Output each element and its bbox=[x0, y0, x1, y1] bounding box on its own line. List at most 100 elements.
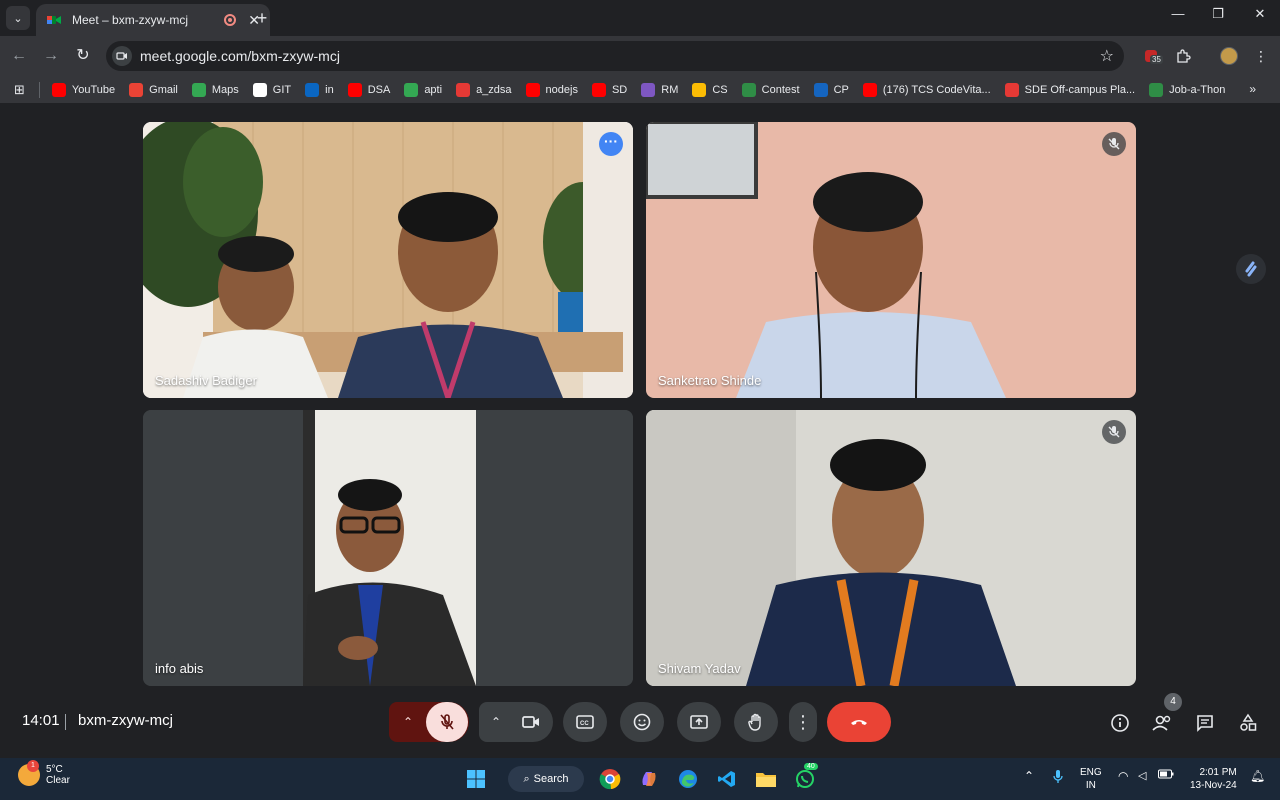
profile-avatar[interactable] bbox=[1218, 45, 1240, 67]
address-bar[interactable]: meet.google.com/bxm-zxyw-mcj ☆ bbox=[106, 41, 1124, 71]
clock-time: 2:01 PM bbox=[1199, 767, 1237, 778]
site-info-icon[interactable] bbox=[112, 46, 132, 66]
edge-taskbar-icon[interactable] bbox=[675, 766, 701, 792]
bookmark-item[interactable]: (176) TCS CodeVita... bbox=[862, 82, 991, 97]
volume-icon[interactable]: ◁ bbox=[1138, 769, 1146, 782]
captions-button[interactable]: CC bbox=[563, 702, 607, 742]
participant-name: info abis bbox=[155, 661, 204, 676]
rm-icon bbox=[641, 82, 656, 97]
bookmark-item[interactable]: Contest bbox=[741, 82, 800, 97]
youtube-icon bbox=[525, 82, 540, 97]
chrome-menu-icon[interactable]: ⋮ bbox=[1250, 45, 1272, 67]
close-window-button[interactable]: ✕ bbox=[1248, 6, 1272, 22]
weather-sun-icon: 1 bbox=[18, 760, 40, 786]
bookmarks-divider bbox=[38, 81, 40, 98]
gmail-icon bbox=[129, 82, 144, 97]
bookmark-label: (176) TCS CodeVita... bbox=[882, 83, 991, 96]
extension-icon[interactable]: 35 bbox=[1140, 45, 1163, 67]
video-options-chevron-icon[interactable]: ⌃ bbox=[481, 715, 511, 729]
meeting-info-divider bbox=[65, 714, 66, 730]
bookmark-item[interactable]: apti bbox=[404, 82, 442, 97]
browser-tab-meet[interactable]: Meet – bxm-zxyw-mcj ✕ bbox=[36, 4, 270, 36]
participant-more-options-button[interactable]: ··· bbox=[599, 132, 623, 156]
microphone-tray-icon[interactable] bbox=[1052, 769, 1064, 788]
forward-button[interactable]: → bbox=[40, 45, 62, 67]
codeforces-icon bbox=[813, 82, 828, 97]
copilot-taskbar-icon[interactable] bbox=[636, 766, 662, 792]
audio-options-chevron-icon[interactable]: ⌃ bbox=[390, 715, 426, 729]
video-feed-3 bbox=[143, 410, 633, 686]
closed-captions-icon: CC bbox=[576, 715, 594, 729]
chrome-taskbar-icon[interactable] bbox=[597, 766, 623, 792]
bookmark-item[interactable]: GIT bbox=[252, 82, 291, 97]
bookmark-label: Contest bbox=[761, 83, 800, 96]
participant-tile-2[interactable]: Sanketrao Shinde bbox=[646, 122, 1136, 398]
leaf-icon bbox=[404, 82, 419, 97]
vscode-taskbar-icon[interactable] bbox=[714, 766, 740, 792]
leave-call-button[interactable] bbox=[827, 702, 891, 742]
tab-search-button[interactable]: ⌄ bbox=[6, 6, 30, 30]
participant-tile-1[interactable]: ··· Sadashiv Badiger bbox=[143, 122, 633, 398]
browser-tabstrip: ⌄ Meet – bxm-zxyw-mcj ✕ + — ❐ ✕ bbox=[0, 0, 1280, 36]
bookmark-item[interactable]: nodejs bbox=[525, 82, 578, 97]
participant-tile-4[interactable]: Shivam Yadav bbox=[646, 410, 1136, 686]
bookmark-item[interactable]: YouTube bbox=[51, 82, 116, 97]
whatsapp-taskbar-icon[interactable]: 40 bbox=[792, 763, 818, 792]
side-extension-icon[interactable] bbox=[1236, 254, 1266, 284]
battery-icon[interactable] bbox=[1158, 769, 1174, 782]
activities-button[interactable] bbox=[1237, 712, 1259, 734]
bookmark-item[interactable]: SDE Off-campus Pla... bbox=[1004, 82, 1135, 97]
bookmark-item[interactable]: Maps bbox=[191, 82, 239, 97]
start-button[interactable] bbox=[463, 766, 489, 792]
tray-overflow-icon[interactable]: ⌃ bbox=[1024, 769, 1034, 783]
restore-button[interactable]: ❐ bbox=[1206, 6, 1230, 22]
apps-grid-icon[interactable]: ⊞ bbox=[14, 82, 25, 98]
language-indicator[interactable]: ENG IN bbox=[1080, 766, 1102, 792]
minimize-button[interactable]: — bbox=[1166, 6, 1190, 21]
bookmark-item[interactable]: DSA bbox=[347, 82, 390, 97]
bookmarks-bar: ⊞ YouTube Gmail Maps GIT in DSA apti a_zdsa node… bbox=[0, 76, 1280, 104]
tuf-icon bbox=[456, 82, 471, 97]
bookmark-item[interactable]: in bbox=[305, 82, 334, 97]
back-button[interactable]: ← bbox=[8, 45, 30, 67]
wifi-icon[interactable]: ◠ bbox=[1118, 769, 1128, 783]
people-button[interactable] bbox=[1151, 712, 1173, 734]
bookmark-item[interactable]: Gmail bbox=[129, 82, 178, 97]
camera-toggle-button[interactable] bbox=[511, 712, 551, 732]
bookmark-label: nodejs bbox=[545, 83, 578, 96]
bookmark-label: in bbox=[325, 83, 334, 96]
taskbar-search[interactable]: ⌕ Search bbox=[508, 766, 584, 792]
bookmark-label: a_zdsa bbox=[476, 83, 512, 96]
present-screen-button[interactable] bbox=[677, 702, 721, 742]
notification-bell-icon[interactable]: 🔔︎ bbox=[1250, 769, 1265, 783]
extensions-puzzle-icon[interactable] bbox=[1172, 45, 1194, 67]
mic-muted-icon bbox=[1102, 420, 1126, 444]
people-icon bbox=[1152, 715, 1171, 731]
raise-hand-button[interactable] bbox=[734, 702, 778, 742]
bookmark-item[interactable]: CP bbox=[813, 82, 849, 97]
bookmark-item[interactable]: SD bbox=[591, 82, 628, 97]
reactions-button[interactable] bbox=[620, 702, 664, 742]
bookmark-star-icon[interactable]: ☆ bbox=[1100, 46, 1114, 66]
more-options-button[interactable]: ⋮ bbox=[789, 702, 817, 742]
search-icon: ⌕ bbox=[523, 772, 530, 785]
bookmark-label: SD bbox=[611, 83, 628, 96]
bookmarks-overflow-icon[interactable]: » bbox=[1249, 82, 1256, 96]
bookmark-label: YouTube bbox=[71, 83, 116, 96]
new-tab-button[interactable]: + bbox=[252, 8, 272, 28]
meeting-details-button[interactable] bbox=[1109, 712, 1131, 734]
bookmark-label: Gmail bbox=[149, 83, 178, 96]
microphone-toggle-button[interactable] bbox=[426, 702, 468, 742]
bookmark-item[interactable]: a_zdsa bbox=[456, 82, 512, 97]
bookmark-item[interactable]: CS bbox=[692, 82, 728, 97]
file-explorer-taskbar-icon[interactable] bbox=[753, 766, 779, 792]
participant-tile-3[interactable]: info abis bbox=[143, 410, 633, 686]
bookmark-item[interactable]: RM bbox=[641, 82, 678, 97]
reload-button[interactable]: ↻ bbox=[72, 45, 94, 67]
bookmark-item[interactable]: Job-a-Thon bbox=[1149, 82, 1225, 97]
chat-button[interactable] bbox=[1194, 712, 1216, 734]
chat-icon bbox=[1197, 715, 1213, 732]
video-feed-2 bbox=[646, 122, 1136, 398]
system-clock[interactable]: 2:01 PM 13-Nov-24 bbox=[1190, 766, 1237, 792]
weather-widget[interactable]: 1 5°C Clear bbox=[18, 760, 70, 786]
